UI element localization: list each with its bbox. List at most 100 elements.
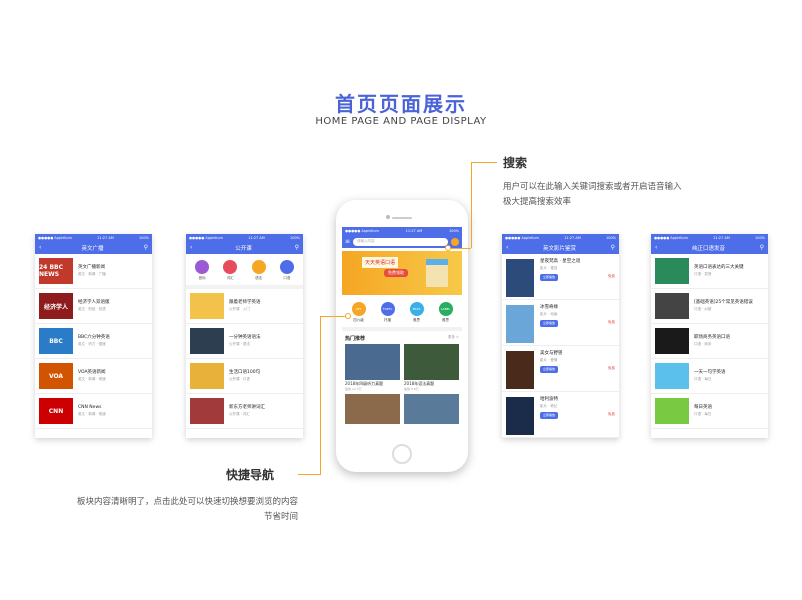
list-thumb <box>190 328 224 354</box>
status-bar: ●●●●● Applelium 11:27 AM 100% <box>186 234 303 241</box>
nav-callout-line <box>298 474 321 475</box>
list-item[interactable]: 新东方老师讲词汇 公开课 · 词汇 <box>186 394 303 429</box>
list-item[interactable]: 一天一句学英语 口语 · 每日 <box>651 359 768 394</box>
list-item[interactable]: 英语口语表达的三大关键 口语 · 发音 <box>651 254 768 289</box>
nav-bar: ‹ 英文影片鉴赏 ⚲ <box>502 241 619 254</box>
list-sub: 英文 · 新闻 · 广播 <box>78 272 106 276</box>
search-bar: ≡ 请输入内容 <box>342 235 462 248</box>
banner-button[interactable]: 免费领取 <box>384 269 408 277</box>
movie-item[interactable]: 星夜梵高 · 星空之谜 影片 · 鉴赏 立即播放 免费 <box>502 254 619 300</box>
movie-item[interactable]: 美女与野兽 影片 · 爱情 立即播放 免费 <box>502 346 619 392</box>
list-meta: 英语口语表达的三大关键 口语 · 发音 <box>694 265 764 277</box>
hot-item[interactable]: 2018年四级听力真题 播放 12.5万 <box>345 344 400 391</box>
screen-broadcast: ●●●●● Applelium 11:27 AM 100% ‹ 英文广播 ⚲ 2… <box>35 234 152 438</box>
hot-item[interactable]: 2018年语法真题 播放 9.8万 <box>404 344 459 391</box>
banner[interactable]: 天天英语口语 免费领取 <box>342 251 462 295</box>
list-item[interactable]: CNN CNN News 英文 · 新闻 · 常速 <box>35 394 152 429</box>
list-sub: 口语 · 每日 <box>694 377 712 381</box>
screen-open-course: ●●●●● Applelium 11:27 AM 100% ‹ 公开课 ⚲ 音标… <box>186 234 303 438</box>
list-item[interactable]: 生活口语100句 公开课 · 口语 <box>186 359 303 394</box>
more-link[interactable]: 更多 > <box>448 335 459 342</box>
list-thumb <box>655 328 689 354</box>
list-item[interactable]: BBC BBC六分钟英语 英文 · 听力 · 慢速 <box>35 324 152 359</box>
quick-nav-item[interactable]: CET 四六级 <box>351 302 366 323</box>
list-item[interactable]: 职场商务英语口语 口语 · 商务 <box>651 324 768 359</box>
movie-item[interactable]: 冰雪奇缘 影片 · 动画 立即播放 免费 <box>502 300 619 346</box>
list-sub: 公开课 · 口语 <box>229 377 250 381</box>
search-desc: 用户可以在此输入关键词搜索或者开启语音输入 极大提高搜索效率 <box>503 182 682 207</box>
free-tag: 免费 <box>608 366 615 370</box>
free-tag: 免费 <box>608 274 615 278</box>
movie-poster <box>506 305 534 343</box>
list-sub: 口语 · 商务 <box>694 342 712 346</box>
hot-item[interactable] <box>345 391 400 424</box>
list-item[interactable]: 经济学人 经济学人双语版 英文 · 财经 · 双语 <box>35 289 152 324</box>
nav-title: 纯正口语发音 <box>691 245 725 252</box>
list-meta: 经济学人双语版 英文 · 财经 · 双语 <box>78 300 148 312</box>
search-input[interactable]: 请输入内容 <box>353 237 448 246</box>
status-bar: ●●●●● Applelium 11:27 AM 100% <box>502 234 619 241</box>
movie-sub: 影片 · 动画 <box>540 312 558 316</box>
movie-sub: 影片 · 鉴赏 <box>540 266 558 270</box>
movie-item[interactable]: 哈利波特 影片 · 奇幻 立即播放 免费 <box>502 392 619 438</box>
list-item[interactable]: 24 BBC NEWS 英文广播新闻 英文 · 新闻 · 广播 <box>35 254 152 289</box>
play-button[interactable]: 立即播放 <box>540 412 559 419</box>
list-title: 每日英语 <box>694 405 712 410</box>
voice-icon[interactable] <box>451 237 459 246</box>
quick-nav-item[interactable]: TOEFL 托福 <box>380 302 395 323</box>
list-sub: 公开课 · 语法 <box>229 342 250 346</box>
hot-item-image <box>404 344 459 380</box>
banner-headline: 天天英语口语 <box>362 257 399 268</box>
screen-movie: ●●●●● Applelium 11:27 AM 100% ‹ 英文影片鉴赏 ⚲… <box>502 234 619 438</box>
list-item[interactable]: VOA VOA英语新闻 英文 · 新闻 · 常速 <box>35 359 152 394</box>
quick-nav: CET 四六级 TOEFL 托福 IELTS 雅思 LABEL 雅思 <box>342 298 462 331</box>
list-sub: 英文 · 财经 · 双语 <box>78 307 106 311</box>
list-title: 职场商务英语口语 <box>694 335 730 340</box>
play-button[interactable]: 立即播放 <box>540 320 559 327</box>
search-icon[interactable]: ⚲ <box>760 244 764 251</box>
list-item[interactable]: 每日英语 口语 · 每日 <box>651 394 768 429</box>
nav-label: 快捷导航 <box>226 468 275 482</box>
list-item[interactable]: 跟着老师学英语 公开课 · 入门 <box>186 289 303 324</box>
category-item[interactable]: 音标 <box>195 260 210 281</box>
list-thumb <box>655 363 689 389</box>
movie-sub: 影片 · 奇幻 <box>540 404 558 408</box>
list-item[interactable]: 一分钟英语语法 公开课 · 语法 <box>186 324 303 359</box>
list-title: CNN News <box>78 405 102 410</box>
list-sub: 公开课 · 入门 <box>229 307 250 311</box>
nav-bar: ‹ 公开课 ⚲ <box>186 241 303 254</box>
quick-nav-item[interactable]: IELTS 雅思 <box>409 302 424 323</box>
play-button[interactable]: 立即播放 <box>540 366 559 373</box>
list-sub: 英文 · 新闻 · 常速 <box>78 377 106 381</box>
hot-item-image <box>345 344 400 380</box>
list-sub: 英文 · 新闻 · 常速 <box>78 412 106 416</box>
search-icon[interactable]: ⚲ <box>611 244 615 251</box>
list-title: 一天一句学英语 <box>694 370 726 375</box>
nav-callout-line <box>320 316 345 317</box>
list-title: VOA英语新闻 <box>78 370 106 375</box>
list-meta: 英文广播新闻 英文 · 新闻 · 广播 <box>78 265 148 277</box>
list-thumb <box>655 258 689 284</box>
list-thumb: CNN <box>39 398 73 424</box>
search-icon[interactable]: ⚲ <box>295 244 299 251</box>
list-thumb: BBC <box>39 328 73 354</box>
menu-icon[interactable]: ≡ <box>345 238 350 245</box>
category-item[interactable]: 口语 <box>279 260 294 281</box>
movie-title: 美女与野兽 <box>540 351 563 356</box>
quick-nav-item[interactable]: LABEL 雅思 <box>438 302 453 323</box>
search-icon[interactable]: ⚲ <box>144 244 148 251</box>
list-meta: 跟着老师学英语 公开课 · 入门 <box>229 300 299 312</box>
list-title: 生活口语100句 <box>229 370 261 375</box>
list-meta: 一分钟英语语法 公开课 · 语法 <box>229 335 299 347</box>
home-button[interactable] <box>392 444 412 464</box>
movie-poster <box>506 397 534 435</box>
movie-meta: 冰雪奇缘 影片 · 动画 立即播放 <box>540 305 608 327</box>
list-item[interactable]: [基础英语]25个常见英语错误 口语 · 纠错 <box>651 289 768 324</box>
category-item[interactable]: 词汇 <box>223 260 238 281</box>
hot-item[interactable] <box>404 391 459 424</box>
category-item[interactable]: 语法 <box>251 260 266 281</box>
list-meta: VOA英语新闻 英文 · 新闻 · 常速 <box>78 370 148 382</box>
home-screen: ●●●●● Applelium 11:27 AM 100% ≡ 请输入内容 天天… <box>342 227 462 439</box>
play-button[interactable]: 立即播放 <box>540 274 559 281</box>
status-bar: ●●●●● Applelium 11:27 AM 100% <box>35 234 152 241</box>
